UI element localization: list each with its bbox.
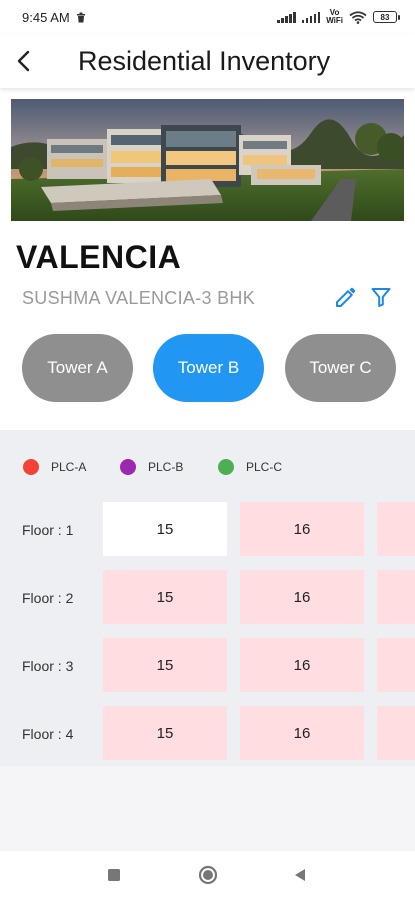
system-nav-bar (0, 851, 415, 900)
square-icon (108, 869, 120, 881)
floor-label: Floor : 1 (22, 522, 74, 538)
project-hero-image (11, 99, 404, 221)
floor-label: Floor : 2 (22, 590, 74, 606)
back-button[interactable] (0, 37, 48, 85)
back-nav-button[interactable] (288, 863, 312, 887)
status-bar: 9:45 AM Vo WiFi 83 (0, 0, 415, 34)
project-card: VALENCIA SUSHMA VALENCIA-3 BHK Tower A T… (0, 88, 415, 430)
unit-cell-partial[interactable] (377, 706, 415, 760)
tower-a-button[interactable]: Tower A (22, 334, 133, 402)
unit-cell-partial[interactable] (377, 502, 415, 556)
unit-cell[interactable]: 15 (103, 706, 227, 760)
wifi-icon (349, 10, 367, 24)
project-subtitle: SUSHMA VALENCIA-3 BHK (22, 288, 256, 308)
unit-cell[interactable]: 16 (240, 570, 364, 624)
legend-item-plc-a: PLC-A (23, 459, 86, 475)
tower-label: Tower C (309, 358, 372, 377)
status-time: 9:45 AM (22, 9, 70, 25)
legend-dot (218, 459, 234, 475)
legend-label: PLC-A (51, 460, 87, 474)
tower-label: Tower A (47, 358, 108, 377)
pencil-icon (336, 287, 356, 307)
legend-item-plc-c: PLC-C (218, 459, 282, 475)
floor-label: Floor : 3 (22, 658, 74, 674)
unit-cell-partial[interactable] (377, 570, 415, 624)
unit-cell[interactable]: 15 (103, 638, 227, 692)
recents-button[interactable] (102, 863, 126, 887)
circle-icon (198, 865, 218, 885)
empty-area (0, 766, 415, 851)
chevron-left-icon (17, 50, 30, 72)
signal-icon (277, 11, 296, 23)
home-button[interactable] (196, 863, 220, 887)
plc-legend: PLC-A PLC-B PLC-C (0, 459, 415, 477)
legend-label: PLC-B (148, 460, 184, 474)
signal-icon-2 (301, 11, 321, 23)
unit-cell[interactable]: 16 (240, 502, 364, 556)
vowifi-icon: Vo WiFi (326, 8, 343, 25)
triangle-back-icon (295, 869, 305, 881)
unit-cell[interactable]: 15 (103, 570, 227, 624)
inventory-grid: PLC-A PLC-B PLC-C Floor : 1 15 16 Floor … (0, 430, 415, 766)
battery-level: 83 (380, 12, 390, 22)
floor-label: Floor : 4 (22, 726, 74, 742)
unit-cell[interactable]: 16 (240, 638, 364, 692)
legend-dot (23, 459, 39, 475)
tower-c-button[interactable]: Tower C (285, 334, 396, 402)
tower-b-button[interactable]: Tower B (153, 334, 264, 402)
tower-label: Tower B (177, 358, 240, 377)
trash-notification-icon (76, 12, 85, 22)
unit-cell[interactable]: 15 (103, 502, 227, 556)
unit-cell-partial[interactable] (377, 638, 415, 692)
app-header: Residential Inventory (0, 34, 415, 88)
tower-selector: Tower A Tower B Tower C (0, 334, 415, 402)
legend-dot (120, 459, 136, 475)
filter-button[interactable] (370, 286, 392, 308)
filter-icon (371, 288, 391, 307)
project-name: VALENCIA (16, 239, 182, 275)
legend-item-plc-b: PLC-B (120, 459, 183, 475)
unit-cell[interactable]: 16 (240, 706, 364, 760)
legend-label: PLC-C (246, 460, 283, 474)
page-title: Residential Inventory (78, 45, 331, 76)
edit-button[interactable] (334, 285, 358, 309)
battery-icon: 83 (373, 11, 400, 23)
